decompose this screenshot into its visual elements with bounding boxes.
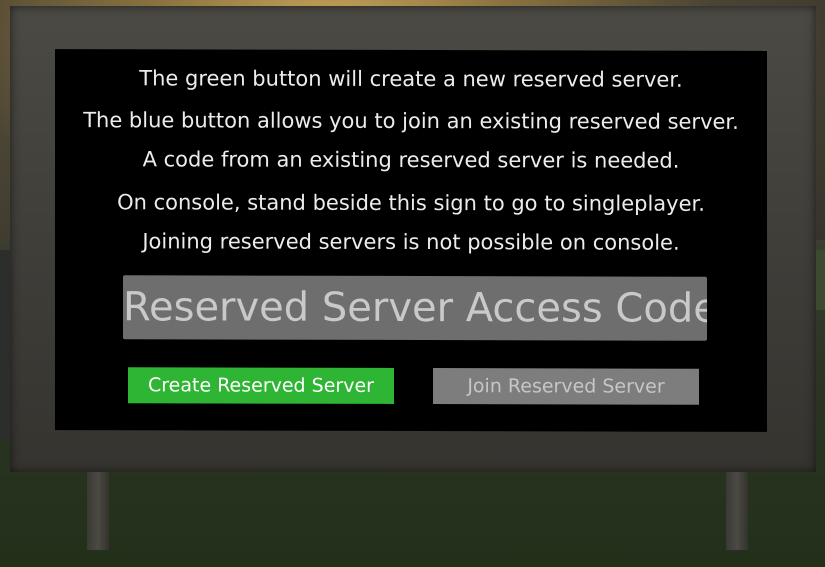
join-reserved-server-button[interactable]: Join Reserved Server [433,368,699,405]
instruction-line-5: Joining reserved servers is not possible… [142,229,680,255]
instruction-line-1: The green button will create a new reser… [139,66,683,92]
instruction-line-3: A code from an existing reserved server … [142,147,680,173]
sign-board: The green button will create a new reser… [55,49,767,432]
create-reserved-server-button[interactable]: Create Reserved Server [128,367,394,404]
access-code-input[interactable]: Reserved Server Access Code [123,275,707,341]
game-scene: The green button will create a new reser… [0,0,825,567]
sign-post-right [726,460,748,550]
instruction-line-4: On console, stand beside this sign to go… [117,190,705,216]
instruction-line-2: The blue button allows you to join an ex… [83,108,739,134]
sign-post-left [87,460,109,550]
